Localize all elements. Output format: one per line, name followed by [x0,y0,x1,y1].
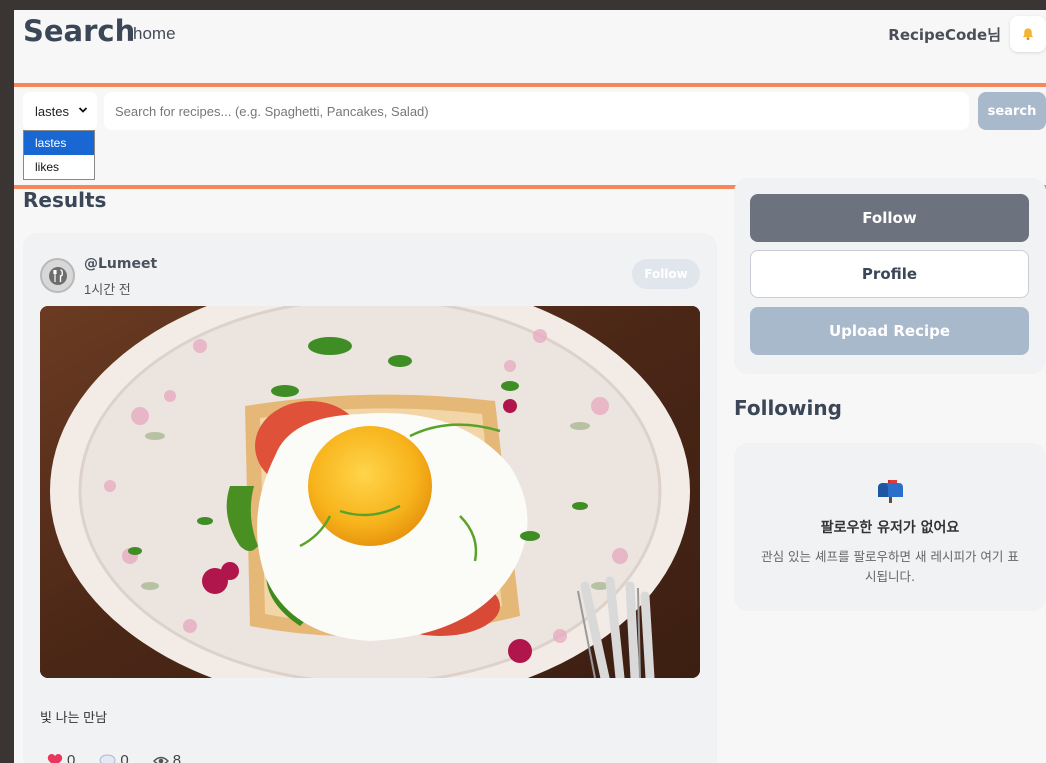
profile-button[interactable]: Profile [750,250,1029,298]
eye-icon [152,756,169,763]
empty-state-description: 관심 있는 셰프를 팔로우하면 새 레시피가 여기 표시됩니다. [761,549,1019,584]
home-link[interactable]: home [133,24,176,44]
follow-button[interactable]: Follow [750,194,1029,242]
post-follow-button[interactable]: Follow [632,259,700,289]
following-empty-state: 팔로우한 유저가 없어요 관심 있는 셰프를 팔로우하면 새 레시피가 여기 표… [734,443,1046,611]
user-name[interactable]: RecipeCode님 [888,24,1001,45]
post-time: 1시간 전 [84,282,131,297]
avatar[interactable] [40,258,75,293]
like-stat[interactable]: 0 [47,752,75,763]
results-title: Results [23,188,107,212]
post-author[interactable]: @Lumeet [84,256,157,272]
like-count: 0 [67,752,76,763]
sort-dropdown-menu: lastes likes [23,130,95,180]
upload-recipe-button[interactable]: Upload Recipe [750,307,1029,355]
notification-button[interactable] [1010,16,1046,52]
speech-bubble-icon [99,753,116,763]
view-stat: 8 [152,752,182,763]
page-title: Search [23,14,136,48]
sort-selected-value: lastes [35,103,69,119]
sort-select[interactable]: lastes [23,92,97,130]
fried-egg-toast-image [40,306,700,678]
sort-option-lastes[interactable]: lastes [24,131,94,155]
post-stats: 0 0 8 [47,752,205,763]
comment-stat[interactable]: 0 [99,752,129,763]
empty-state-title: 팔로우한 유저가 없어요 [820,520,960,536]
post-image[interactable] [40,306,700,678]
utensils-icon [48,266,67,285]
search-input[interactable] [104,92,969,130]
mailbox-icon [878,480,903,503]
heart-icon [47,754,63,763]
chevron-down-icon [78,107,88,113]
post-card[interactable]: @Lumeet 1시간 전 Follow 빛 나는 만남 0 0 8 [23,233,717,763]
view-count: 8 [172,752,182,763]
post-caption: 빛 나는 만남 [40,710,108,725]
app-window: Search home RecipeCode님 lastes search la… [14,10,1046,763]
following-title: Following [734,396,842,420]
comment-count: 0 [120,752,129,763]
search-button[interactable]: search [978,92,1046,130]
bell-icon [1022,28,1034,41]
header: Search home RecipeCode님 [14,10,1046,70]
sort-option-likes[interactable]: likes [24,155,94,179]
action-panel: Follow Profile Upload Recipe [734,178,1046,374]
